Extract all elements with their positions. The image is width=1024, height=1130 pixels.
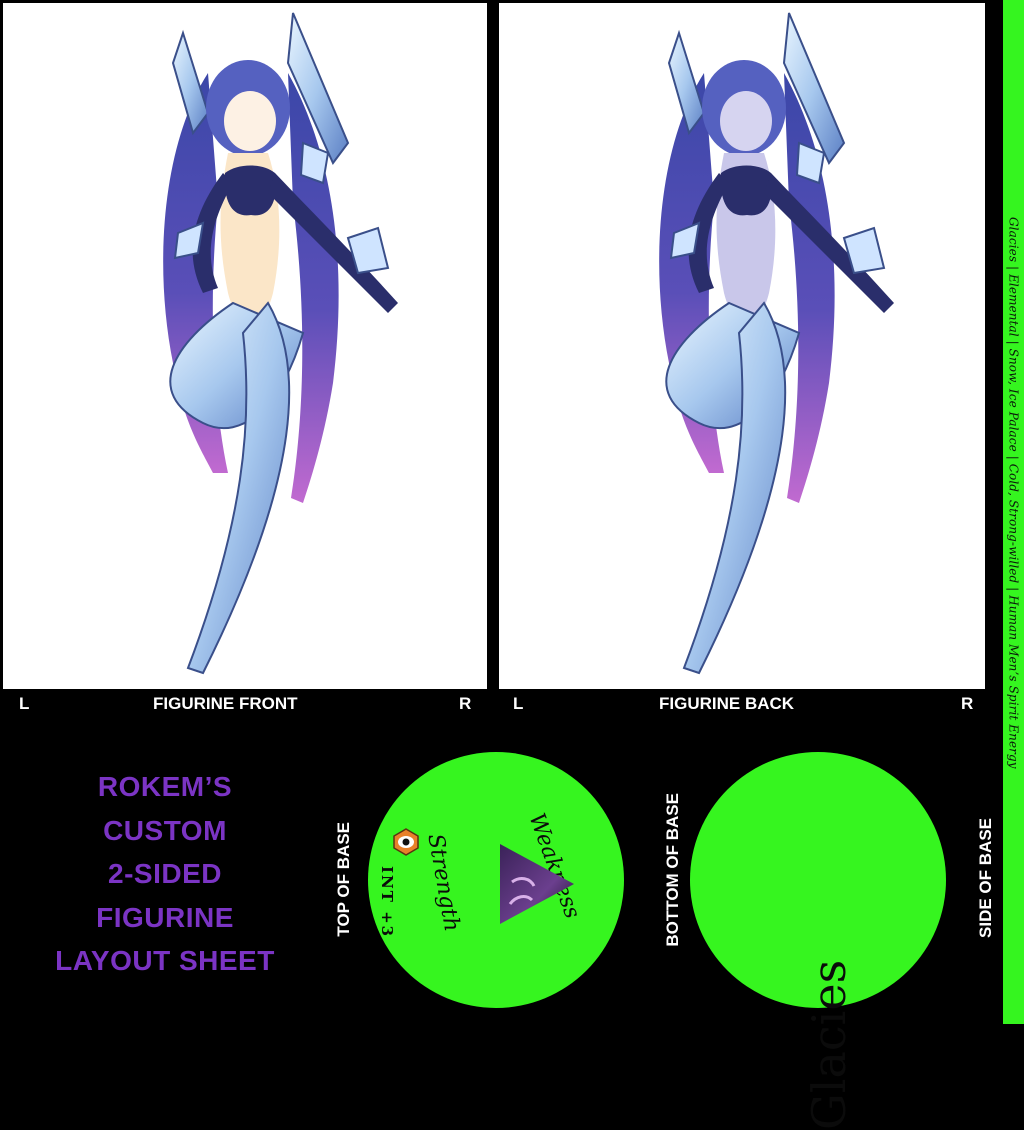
- side-of-base-label: SIDE OF BASE: [976, 818, 995, 938]
- sheet-title: ROKEM’S CUSTOM 2-SIDED FIGURINE LAYOUT S…: [30, 765, 300, 983]
- figurine-back-panel: [499, 3, 985, 689]
- bottom-of-base-label: BOTTOM OF BASE: [663, 793, 682, 947]
- front-left-marker: L: [19, 694, 30, 713]
- weakness-triangle-icon: [500, 844, 574, 924]
- figurine-back-illustration: [659, 12, 894, 675]
- figurine-front-illustration: [163, 12, 398, 675]
- title-line: LAYOUT SHEET: [55, 945, 275, 976]
- side-strip-text: Glacies | Elemental | Snow, Ice Palace |…: [1006, 217, 1021, 769]
- top-of-base-label: TOP OF BASE: [334, 822, 353, 937]
- front-right-marker: R: [459, 694, 472, 713]
- back-right-marker: R: [961, 694, 974, 713]
- character-name: Glacies: [802, 959, 856, 1130]
- front-label-row: L FIGURINE FRONT R: [3, 690, 487, 718]
- owl-eye-icon: [393, 828, 419, 856]
- int-stat-text: INT +3: [378, 866, 396, 939]
- front-label: FIGURINE FRONT: [153, 694, 298, 713]
- title-line: ROKEM’S: [97, 771, 233, 802]
- back-left-marker: L: [513, 694, 524, 713]
- back-label-row: L FIGURINE BACK R: [499, 690, 985, 718]
- figurine-front-panel: [3, 3, 487, 689]
- title-line: CUSTOM: [103, 814, 227, 846]
- title-line: FIGURINE: [96, 901, 234, 933]
- back-label: FIGURINE BACK: [659, 694, 795, 713]
- title-line: 2-SIDED: [108, 858, 222, 889]
